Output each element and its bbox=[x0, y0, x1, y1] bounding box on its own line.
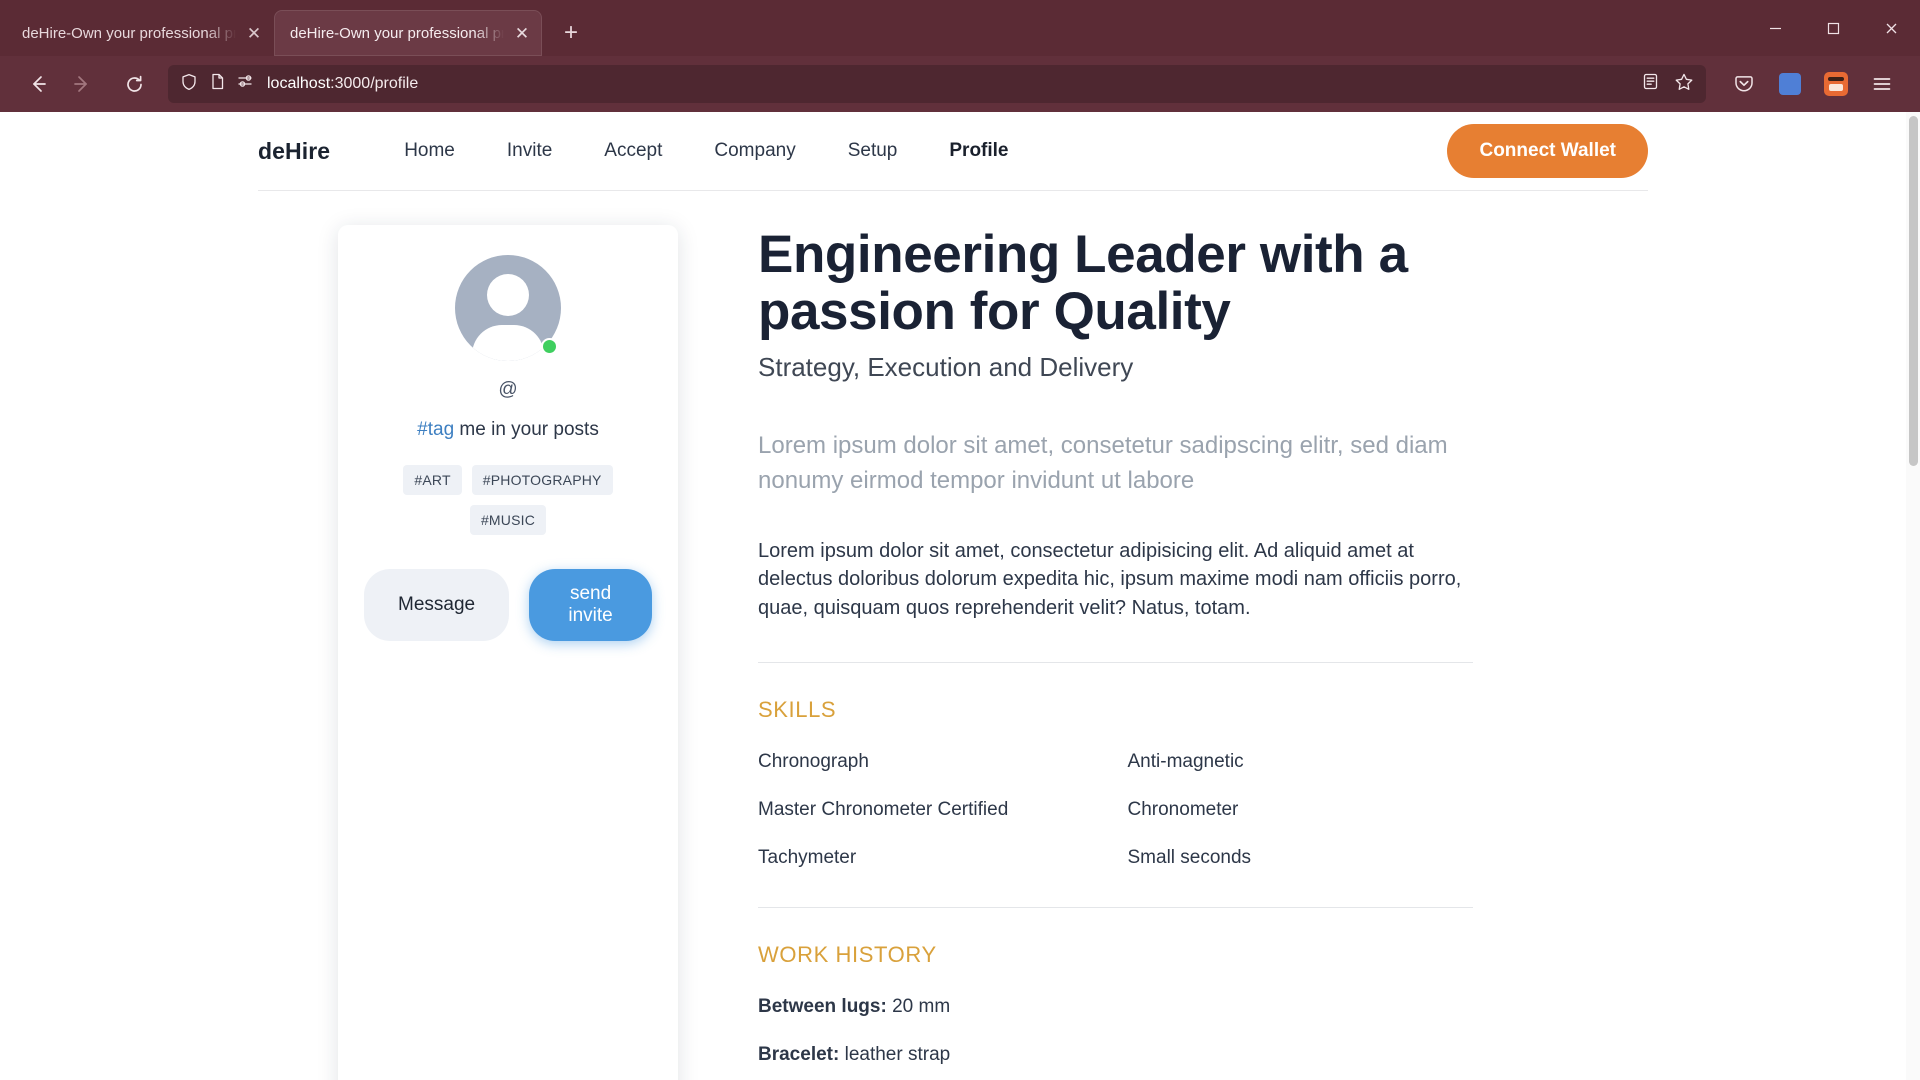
nav-links: Home Invite Accept Company Setup Profile bbox=[378, 140, 1034, 162]
work-history-item: Bracelet: leather strap bbox=[758, 1044, 1528, 1066]
profile-card: @ #tag me in your posts #ART #PHOTOGRAPH… bbox=[338, 225, 678, 1080]
skill-item: Anti-magnetic bbox=[1127, 751, 1244, 773]
tag-chip[interactable]: #MUSIC bbox=[469, 505, 547, 535]
work-history-heading: WORK HISTORY bbox=[758, 942, 937, 968]
send-invite-button[interactable]: send invite bbox=[529, 569, 652, 641]
lead-paragraph: Lorem ipsum dolor sit amet, consetetur s… bbox=[758, 432, 1448, 495]
maximize-button[interactable] bbox=[1804, 0, 1862, 56]
avatar[interactable] bbox=[455, 255, 561, 361]
work-history-label: Bracelet: bbox=[758, 1044, 840, 1066]
tagline-rest: me in your posts bbox=[454, 419, 599, 440]
section-divider bbox=[758, 662, 1473, 664]
tab-title: deHire-Own your professional profile bbox=[290, 24, 504, 42]
tag-link[interactable]: #tag bbox=[417, 419, 454, 440]
profile-page-body: @ #tag me in your posts #ART #PHOTOGRAPH… bbox=[258, 191, 1648, 1080]
tab-title: deHire-Own your professional profile bbox=[22, 24, 236, 42]
brand-logo[interactable]: deHire bbox=[258, 138, 330, 165]
tab-close-icon[interactable]: ✕ bbox=[512, 25, 532, 42]
url-host: localhost bbox=[267, 75, 331, 92]
browser-window: deHire-Own your professional profile ✕ d… bbox=[0, 0, 1920, 1080]
nav-item-home[interactable]: Home bbox=[378, 140, 481, 162]
section-divider bbox=[758, 907, 1473, 909]
reader-view-icon[interactable] bbox=[1641, 72, 1660, 96]
reload-button[interactable] bbox=[114, 64, 154, 104]
skill-item: Chronometer bbox=[1127, 799, 1239, 821]
tab-strip: deHire-Own your professional profile ✕ d… bbox=[0, 0, 1920, 56]
skills-heading: SKILLS bbox=[758, 697, 837, 723]
skill-item: Small seconds bbox=[1127, 847, 1252, 869]
new-tab-button[interactable]: + bbox=[552, 14, 590, 52]
skill-item: Master Chronometer Certified bbox=[758, 799, 1009, 821]
profile-details-column: Engineering Leader with a passion for Qu… bbox=[758, 219, 1648, 1080]
tag-chip[interactable]: #PHOTOGRAPHY bbox=[471, 465, 613, 495]
work-history-value: leather strap bbox=[839, 1044, 951, 1066]
url-bar[interactable]: localhost:3000/profile bbox=[168, 65, 1706, 103]
minimize-button[interactable] bbox=[1746, 0, 1804, 56]
browser-tab-2[interactable]: deHire-Own your professional profile ✕ bbox=[274, 10, 542, 56]
message-button[interactable]: Message bbox=[364, 569, 510, 641]
page-title: Engineering Leader with a passion for Qu… bbox=[758, 225, 1408, 341]
work-history-value: 20 mm bbox=[886, 996, 951, 1018]
body-paragraph: Lorem ipsum dolor sit amet, consectetur … bbox=[758, 540, 1462, 619]
toolbar-actions bbox=[1710, 64, 1902, 104]
page-subtitle: Strategy, Execution and Delivery bbox=[758, 352, 1134, 383]
profile-card-actions: Message send invite bbox=[364, 569, 652, 641]
status-online-indicator bbox=[541, 338, 558, 355]
permissions-icon[interactable] bbox=[237, 73, 256, 95]
window-controls bbox=[1746, 0, 1920, 56]
work-history-label: Between lugs: bbox=[758, 996, 887, 1018]
skill-item: Tachymeter bbox=[758, 847, 857, 869]
extension-icon[interactable] bbox=[1770, 64, 1810, 104]
nav-item-accept[interactable]: Accept bbox=[578, 140, 688, 162]
pocket-icon[interactable] bbox=[1724, 64, 1764, 104]
nav-item-invite[interactable]: Invite bbox=[481, 140, 578, 162]
browser-tab-1[interactable]: deHire-Own your professional profile ✕ bbox=[6, 10, 274, 56]
work-history-item: Between lugs: 20 mm bbox=[758, 996, 1528, 1018]
skills-grid: Chronograph Anti-magnetic Master Chronom… bbox=[758, 751, 1473, 869]
close-button[interactable] bbox=[1862, 0, 1920, 56]
nav-item-setup[interactable]: Setup bbox=[822, 140, 924, 162]
profile-card-column: @ #tag me in your posts #ART #PHOTOGRAPH… bbox=[258, 219, 758, 1080]
page-icon[interactable] bbox=[209, 73, 226, 95]
profile-handle: @ bbox=[498, 379, 518, 400]
connect-wallet-button[interactable]: Connect Wallet bbox=[1447, 124, 1648, 178]
interest-tags: #ART #PHOTOGRAPHY #MUSIC bbox=[364, 465, 652, 535]
extension-icon[interactable] bbox=[1816, 64, 1856, 104]
scrollbar-thumb[interactable] bbox=[1909, 116, 1918, 466]
shield-icon[interactable] bbox=[180, 73, 198, 96]
nav-item-company[interactable]: Company bbox=[688, 140, 821, 162]
url-text[interactable]: localhost:3000/profile bbox=[267, 75, 1630, 93]
page-scrollbar[interactable] bbox=[1906, 112, 1920, 1080]
url-bar-actions bbox=[1641, 72, 1694, 97]
profile-tagline: #tag me in your posts bbox=[364, 419, 652, 441]
page-content: deHire Home Invite Accept Company Setup … bbox=[0, 112, 1906, 1080]
tab-close-icon[interactable]: ✕ bbox=[244, 25, 264, 42]
page-viewport: deHire Home Invite Accept Company Setup … bbox=[0, 112, 1920, 1080]
back-button[interactable] bbox=[18, 64, 58, 104]
site-header: deHire Home Invite Accept Company Setup … bbox=[258, 112, 1648, 190]
bookmark-star-icon[interactable] bbox=[1674, 72, 1694, 97]
url-path: :3000/profile bbox=[330, 75, 419, 92]
tag-chip[interactable]: #ART bbox=[403, 465, 462, 495]
skill-item: Chronograph bbox=[758, 751, 869, 773]
app-menu-icon[interactable] bbox=[1862, 64, 1902, 104]
nav-item-profile[interactable]: Profile bbox=[923, 140, 1034, 162]
site-navigation: deHire Home Invite Accept Company Setup … bbox=[258, 112, 1648, 190]
forward-button[interactable] bbox=[62, 64, 102, 104]
browser-toolbar: localhost:3000/profile bbox=[0, 56, 1920, 112]
